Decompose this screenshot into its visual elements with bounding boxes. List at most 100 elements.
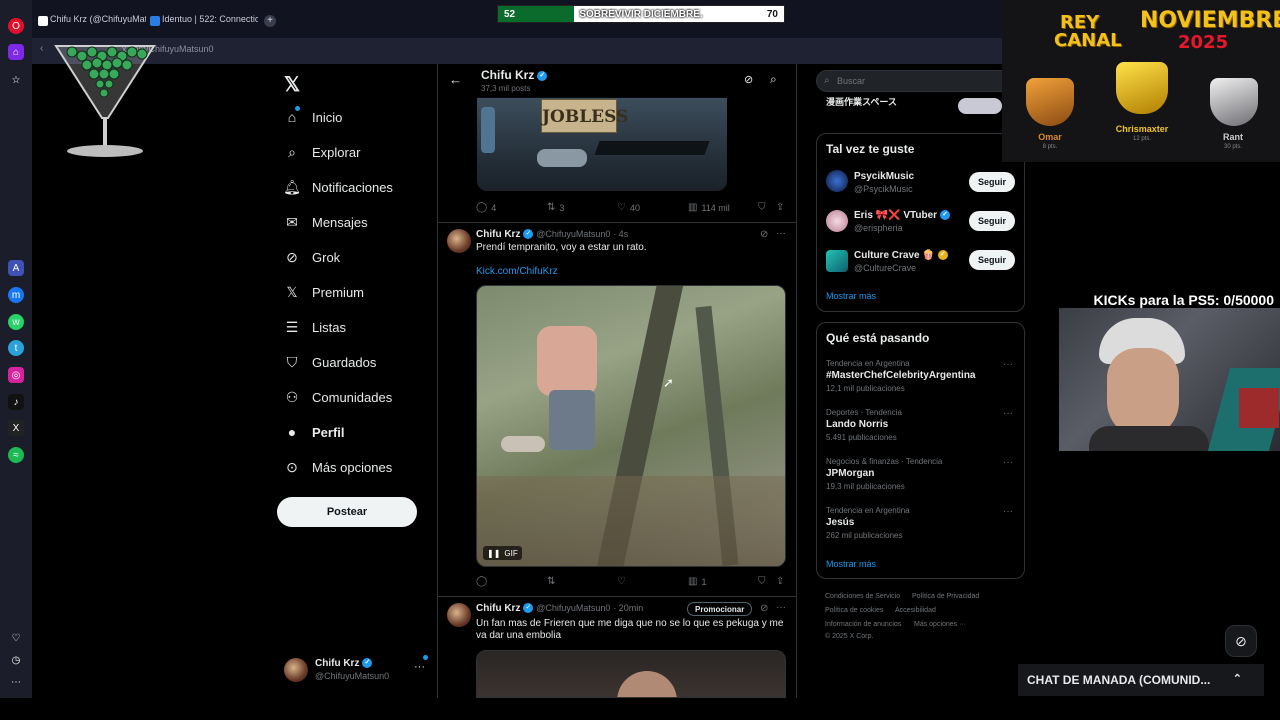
tab-identuo[interactable]: Identuo | 522: Connection [148,14,258,30]
follow-button[interactable]: Seguir [969,172,1015,192]
avatar[interactable] [826,210,848,232]
more-icon[interactable]: ⋯ [8,674,24,690]
author-name[interactable]: Chifu Krz [476,229,520,240]
home-icon[interactable]: ⌂ [8,44,24,60]
tweet-time[interactable]: · 20min [613,603,643,613]
user-name-row[interactable]: Eris 🎀❌ VTuber ✓ [854,210,951,221]
gif-badge[interactable]: ❚❚ GIF [483,546,522,560]
show-more-link[interactable]: Mostrar más [826,559,876,569]
author-name[interactable]: Chifu Krz [476,603,520,614]
back-arrow-icon[interactable]: ← [449,72,462,87]
bookmark-button[interactable]: ⛉ [758,202,770,213]
trend-name[interactable]: JPMorgan [826,468,874,479]
reply-button[interactable]: ◯ [476,576,491,587]
messenger-icon[interactable]: m [8,287,24,303]
tweet-link[interactable]: Kick.com/ChifuKrz [476,266,558,277]
views-button[interactable]: ▥ 1 [688,576,706,587]
instagram-icon[interactable]: ◎ [8,367,24,383]
chat-drawer[interactable]: CHAT DE MANADA (COMUNID... ⌃ [1018,664,1264,696]
top-tweet-image[interactable]: JOBLESS [477,97,727,191]
x-logo-icon[interactable]: 𝕏 [284,72,300,97]
more-icon[interactable]: ··· [1003,408,1013,419]
heart-icon[interactable]: ♡ [8,630,24,646]
like-button[interactable]: ♡ [617,576,630,587]
nav-premium[interactable]: 𝕏 Premium [284,281,364,303]
tweet-image[interactable] [476,650,786,698]
tab-x-profile[interactable]: Chifu Krz (@ChifuyuMats [36,14,146,30]
avatar[interactable] [447,229,471,253]
views-button[interactable]: ▥ 114 mil [688,202,730,213]
person-icon: ● [287,424,297,440]
heart-icon: ♡ [617,576,626,587]
follow-button[interactable]: Seguir [969,250,1015,270]
opera-logo-icon[interactable]: O [8,18,24,34]
spotify-icon[interactable]: ≈ [8,447,24,463]
grok-icon[interactable]: ⊘ [760,229,768,240]
more-icon[interactable]: ··· [776,228,786,239]
author-handle[interactable]: @ChifuyuMatsun0 [536,229,610,239]
rank-points: 30 pts. [1223,144,1242,150]
nav-explorar[interactable]: ⌕ Explorar [284,141,360,163]
trend-name[interactable]: Jesús [826,517,854,528]
more-icon[interactable]: ··· [414,661,425,673]
back-icon[interactable]: ‹ [40,43,43,54]
grok-floating-button[interactable]: ⊘ [1225,625,1257,657]
author-handle[interactable]: @ChifuyuMatsun0 [536,603,610,613]
chevron-up-icon[interactable]: ⌃ [1233,672,1242,685]
grok-icon[interactable]: ⊘ [760,603,768,614]
trend-name[interactable]: Lando Norris [826,419,888,430]
share-button[interactable]: ⇪ [776,202,788,213]
nav-mensajes[interactable]: ✉ Mensajes [284,211,368,233]
retweet-button[interactable]: ⇅ [547,576,559,587]
search-input[interactable]: ⌕ Buscar [816,70,1016,92]
new-tab-button[interactable]: + [264,15,276,27]
tweet-gif[interactable]: ❚❚ GIF [476,285,786,567]
like-button[interactable]: ♡ 40 [617,202,640,213]
nav-guardados[interactable]: ⛉ Guardados [284,351,377,373]
account-switcher[interactable]: Chifu Krz ✓ @ChifuyuMatsun0 ··· [284,655,434,687]
tiktok-icon[interactable]: ♪ [8,394,24,410]
reply-button[interactable]: ◯ 4 [476,202,496,213]
footer-link[interactable]: Más opciones ··· [914,621,966,628]
footer-link[interactable]: Condiciones de Servicio [825,593,900,600]
footer-link[interactable]: Información de anuncios [825,621,901,628]
nav-notificaciones[interactable]: 🔔︎ Notificaciones [283,176,393,198]
more-icon[interactable]: ··· [1003,359,1013,370]
nav-grok[interactable]: ⊘ Grok [284,246,340,268]
nav-inicio[interactable]: ⌂ Inicio [284,106,342,128]
nav-comunidades[interactable]: ⚇ Comunidades [284,386,393,408]
address-bar[interactable]: ‹ x.com/ChifuyuMatsun0 [32,38,1002,64]
avatar[interactable] [826,170,848,192]
x-app-icon[interactable]: X [8,420,24,436]
whatsapp-icon[interactable]: w [8,314,24,330]
footer-link[interactable]: Accesibilidad [895,607,936,614]
bookmark-button[interactable]: ⛉ [758,576,770,587]
share-button[interactable]: ⇪ [776,576,788,587]
star-icon[interactable]: ☆ [8,72,24,88]
trend-name[interactable]: #MasterChefCelebrityArgentina [826,370,975,381]
user-name-row[interactable]: Culture Crave 🍿 ✓ [854,250,948,261]
grok-analyze-icon[interactable]: ⊘ [744,73,753,86]
more-icon[interactable]: ··· [1003,506,1013,517]
post-button[interactable]: Postear [277,497,417,527]
show-more-link[interactable]: Mostrar más [826,291,876,301]
retweet-button[interactable]: ⇅ 3 [547,202,564,213]
avatar[interactable] [826,250,848,272]
nav-mas-opciones[interactable]: ⊙ Más opciones [284,456,392,478]
community-entry[interactable]: 漫画作業スペース [826,95,897,108]
telegram-icon[interactable]: t [8,340,24,356]
search-icon[interactable]: ⌕ [770,72,777,87]
follow-button[interactable]: Seguir [969,211,1015,231]
aria-icon[interactable]: A [8,260,24,276]
nav-perfil[interactable]: ● Perfil [284,421,345,443]
more-icon[interactable]: ··· [1003,457,1013,468]
tweet-time[interactable]: · 4s [613,229,628,239]
footer-link[interactable]: Política de cookies [825,607,883,614]
promote-button[interactable]: Promocionar [687,602,753,616]
nav-listas[interactable]: ☰ Listas [284,316,346,338]
more-icon[interactable]: ··· [776,602,786,613]
history-icon[interactable]: ◷ [8,652,24,668]
user-name[interactable]: PsycikMusic [854,171,914,182]
footer-link[interactable]: Política de Privacidad [912,593,979,600]
avatar[interactable] [447,603,471,627]
